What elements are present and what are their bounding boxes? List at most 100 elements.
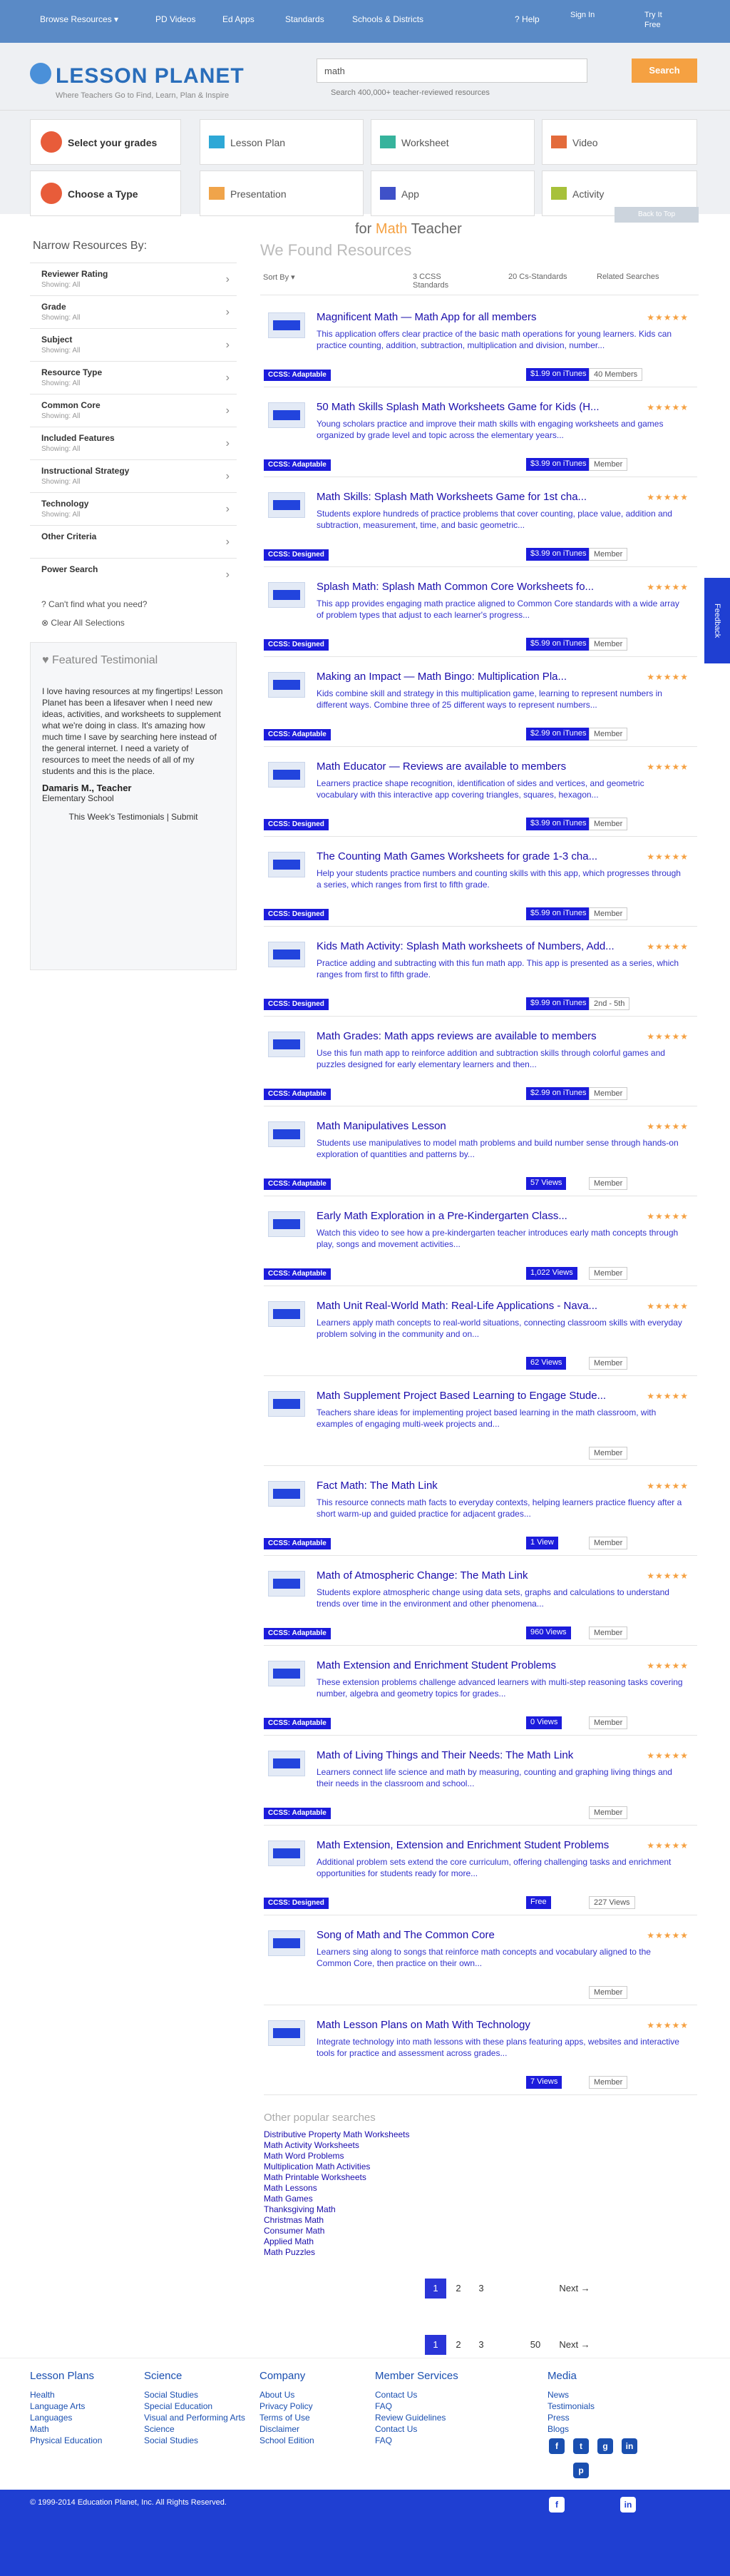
result-item[interactable]: Math Unit Real-World Math: Real-Life App…	[264, 1295, 697, 1385]
facet-reviewer-rating[interactable]: Reviewer Rating Showing: All ›	[30, 263, 237, 295]
price-badge[interactable]: Free	[526, 1896, 551, 1909]
result-item[interactable]: Fact Math: The Math Link ★★★★★ This resour…	[264, 1475, 697, 1564]
result-item[interactable]: Math of Living Things and Their Needs: T…	[264, 1745, 697, 1834]
footer-link[interactable]: Press	[548, 2412, 595, 2423]
result-item[interactable]: Math of Atmospheric Change: The Math Lin…	[264, 1565, 697, 1654]
result-title[interactable]: Math Educator — Reviews are available to…	[317, 760, 630, 773]
result-title[interactable]: Math Lesson Plans on Math With Technolog…	[317, 2019, 630, 2031]
search-input[interactable]: math	[317, 58, 587, 83]
popular-search-link[interactable]: Christmas Math	[264, 2215, 478, 2226]
result-item[interactable]: Math Lesson Plans on Math With Technolog…	[264, 2015, 697, 2104]
result-title[interactable]: Magnificent Math — Math App for all memb…	[317, 311, 630, 323]
nav-ed-apps[interactable]: Ed Apps	[222, 14, 255, 24]
footer-link[interactable]: Special Education	[144, 2401, 245, 2412]
result-title[interactable]: Early Math Exploration in a Pre-Kinderga…	[317, 1210, 630, 1222]
footer-link[interactable]: Math	[30, 2423, 102, 2435]
footer-link[interactable]: Contact Us	[375, 2389, 458, 2401]
popular-search-link[interactable]: Math Games	[264, 2194, 478, 2204]
result-item[interactable]: Kids Math Activity: Splash Math workshee…	[264, 936, 697, 1025]
result-title[interactable]: Math Extension, Extension and Enrichment…	[317, 1839, 630, 1851]
price-badge[interactable]: $3.99 on iTunes	[526, 458, 591, 471]
nav-standards[interactable]: Standards	[285, 14, 324, 24]
type-presentation[interactable]: Presentation	[200, 170, 364, 216]
result-title[interactable]: The Counting Math Games Worksheets for g…	[317, 850, 630, 862]
twitter-icon[interactable]: t	[573, 2438, 589, 2454]
price-badge[interactable]: 0 Views	[526, 1716, 562, 1729]
try-free-link[interactable]: Try It Free	[644, 10, 673, 30]
nav-schools-districts[interactable]: Schools & Districts	[352, 14, 423, 24]
next-page[interactable]: Next →	[553, 2335, 596, 2355]
result-title[interactable]: Math Grades: Math apps reviews are avail…	[317, 1030, 630, 1042]
popular-search-link[interactable]: Math Activity Worksheets	[264, 2140, 478, 2151]
footer-link[interactable]: Languages	[30, 2412, 102, 2423]
facet-included-features[interactable]: Included Features Showing: All ›	[30, 427, 237, 459]
popular-search-link[interactable]: Math Puzzles	[264, 2247, 478, 2258]
result-item[interactable]: The Counting Math Games Worksheets for g…	[264, 846, 697, 935]
result-item[interactable]: Math Supplement Project Based Learning t…	[264, 1385, 697, 1475]
popular-search-link[interactable]: Distributive Property Math Worksheets	[264, 2129, 478, 2140]
price-badge[interactable]: $9.99 on iTunes	[526, 997, 591, 1010]
result-title[interactable]: Making an Impact — Math Bingo: Multiplic…	[317, 671, 630, 683]
popular-search-link[interactable]: Math Lessons	[264, 2183, 478, 2194]
footer-link[interactable]: Disclaimer	[259, 2423, 314, 2435]
footer-link[interactable]: Visual and Performing Arts	[144, 2412, 245, 2423]
result-title[interactable]: Math Extension and Enrichment Student Pr…	[317, 1659, 630, 1671]
sign-in-link[interactable]: Sign In	[570, 10, 599, 20]
result-title[interactable]: Math of Atmospheric Change: The Math Lin…	[317, 1569, 630, 1582]
price-badge[interactable]: $3.99 on iTunes	[526, 818, 591, 830]
result-item[interactable]: Early Math Exploration in a Pre-Kinderga…	[264, 1206, 697, 1295]
price-badge[interactable]: 1,022 Views	[526, 1267, 577, 1280]
page-3[interactable]: 3	[471, 2279, 492, 2298]
result-item[interactable]: Magnificent Math — Math App for all memb…	[264, 307, 697, 396]
price-badge[interactable]: 960 Views	[526, 1626, 571, 1639]
footer-link[interactable]: Health	[30, 2389, 102, 2401]
footer-link[interactable]: News	[548, 2389, 595, 2401]
help-link[interactable]: ? Help	[515, 14, 540, 24]
facet-technology[interactable]: Technology Showing: All ›	[30, 492, 237, 525]
price-badge[interactable]: 62 Views	[526, 1357, 567, 1370]
footer-link[interactable]: About Us	[259, 2389, 314, 2401]
type-app[interactable]: App	[371, 170, 535, 216]
grade-selector[interactable]: Select your grades	[30, 119, 181, 165]
footer-link[interactable]: Testimonials	[548, 2401, 595, 2412]
result-item[interactable]: 50 Math Skills Splash Math Worksheets Ga…	[264, 397, 697, 486]
price-badge[interactable]: 1 View	[526, 1537, 558, 1549]
result-title[interactable]: Math Unit Real-World Math: Real-Life App…	[317, 1300, 630, 1312]
price-badge[interactable]: $5.99 on iTunes	[526, 907, 591, 920]
ccss-filter[interactable]: 3 CCSS Standards	[413, 273, 463, 290]
footer-link[interactable]: Physical Education	[30, 2435, 102, 2446]
result-title[interactable]: Song of Math and The Common Core	[317, 1929, 630, 1941]
next-page[interactable]: Next →	[553, 2279, 596, 2298]
result-item[interactable]: Splash Math: Splash Math Common Core Wor…	[264, 576, 697, 666]
sort-dropdown[interactable]: Sort By ▾	[263, 273, 295, 282]
price-badge[interactable]: $1.99 on iTunes	[526, 368, 591, 381]
price-badge[interactable]: $2.99 on iTunes	[526, 728, 591, 740]
footer-link[interactable]: Social Studies	[144, 2389, 245, 2401]
footer-link[interactable]: Blogs	[548, 2423, 595, 2435]
price-badge[interactable]: $3.99 on iTunes	[526, 548, 591, 561]
result-item[interactable]: Math Manipulatives Lesson ★★★★★ Students u…	[264, 1116, 697, 1205]
facebook-icon[interactable]: f	[549, 2438, 565, 2454]
result-title[interactable]: Math Manipulatives Lesson	[317, 1120, 630, 1132]
result-title[interactable]: Kids Math Activity: Splash Math workshee…	[317, 940, 630, 952]
nav-pd-videos[interactable]: PD Videos	[155, 14, 195, 24]
testimonial-links[interactable]: This Week's Testimonials | Submit	[42, 812, 225, 822]
popular-search-link[interactable]: Math Word Problems	[264, 2151, 478, 2162]
result-item[interactable]: Math Educator — Reviews are available to…	[264, 756, 697, 845]
nav-browse-resources[interactable]: Browse Resources ▾	[40, 14, 118, 24]
footer-link[interactable]: Privacy Policy	[259, 2401, 314, 2412]
page-50[interactable]: 50	[525, 2335, 546, 2355]
footer-link[interactable]: Science	[144, 2423, 245, 2435]
popular-search-link[interactable]: Applied Math	[264, 2236, 478, 2247]
footer-link[interactable]: Contact Us	[375, 2423, 458, 2435]
result-item[interactable]: Math Extension, Extension and Enrichment…	[264, 1835, 697, 1924]
page-2[interactable]: 2	[448, 2335, 469, 2355]
popular-search-link[interactable]: Math Printable Worksheets	[264, 2172, 478, 2183]
footer-link[interactable]: FAQ	[375, 2401, 458, 2412]
page-1[interactable]: 1	[425, 2279, 446, 2298]
footer-link[interactable]: FAQ	[375, 2435, 458, 2446]
result-item[interactable]: Making an Impact — Math Bingo: Multiplic…	[264, 666, 697, 755]
result-title[interactable]: Math Skills: Splash Math Worksheets Game…	[317, 491, 630, 503]
cc-standards-filter[interactable]: 20 Cs-Standards	[508, 273, 567, 281]
related-searches-link[interactable]: Related Searches	[597, 273, 659, 281]
